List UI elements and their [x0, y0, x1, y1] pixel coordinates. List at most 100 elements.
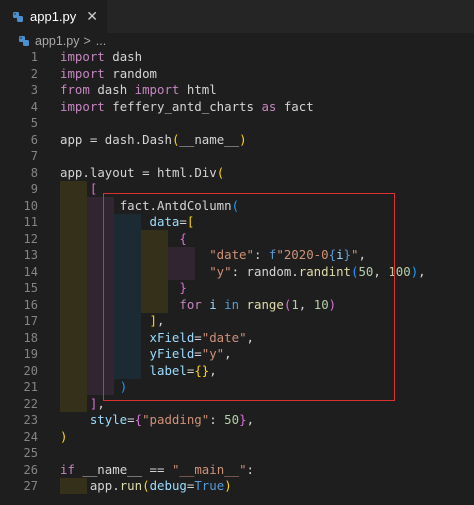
line-number: 4 — [30, 99, 38, 114]
keyword-token: from — [60, 82, 90, 97]
code-line: 27 app.run(debug=True) — [0, 478, 474, 495]
code-line: 23 style={"padding": 50}, — [0, 412, 474, 429]
bracket-token: ( — [216, 164, 225, 180]
keyword-token: import — [60, 49, 105, 64]
python-file-icon — [12, 11, 24, 23]
code-line: 26 if __name__ == "__main__": — [0, 462, 474, 479]
string-token: "padding" — [142, 412, 210, 427]
highlight-box — [103, 193, 395, 401]
line-number: 5 — [30, 116, 38, 130]
keyword-token: import — [60, 65, 105, 81]
keyword-token: as — [261, 98, 277, 114]
line-number: 6 — [30, 132, 38, 147]
code-line: 7 — [0, 148, 474, 165]
code-line: 1 import dash — [0, 49, 474, 66]
bracket-token: ) — [60, 428, 68, 444]
code-line: 25 — [0, 445, 474, 462]
module-token: feffery_antd_charts — [112, 98, 254, 114]
dunder-token: __name__ — [179, 131, 240, 147]
dot-token: . — [82, 164, 90, 180]
number-token: 50 — [224, 412, 240, 427]
line-number: 1 — [30, 50, 38, 64]
line-number: 21 — [23, 380, 38, 394]
operator-token: == — [149, 461, 165, 477]
constant-token: True — [194, 478, 225, 493]
module-token: dash — [112, 49, 143, 64]
bracket-token: ) — [239, 131, 247, 147]
line-number: 22 — [23, 396, 38, 411]
module-token: dash — [97, 82, 128, 97]
line-number: 7 — [30, 149, 38, 163]
module-token: html — [157, 164, 187, 180]
comma-token: , — [418, 263, 426, 279]
operator-token: = — [142, 164, 150, 180]
bracket-token: ( — [142, 478, 150, 493]
bracket-token: [ — [89, 181, 98, 196]
breadcrumb-more[interactable]: ... — [96, 34, 106, 48]
string-token: "__main__" — [171, 461, 247, 477]
keyword-token: if — [60, 461, 75, 477]
line-number: 26 — [23, 462, 38, 477]
code-line: 5 — [0, 115, 474, 132]
line-number: 27 — [23, 479, 38, 493]
module-token: fact — [283, 98, 314, 114]
parameter-token: style — [89, 412, 128, 427]
operator-token: = — [89, 131, 98, 147]
module-token: random — [112, 65, 157, 81]
line-number: 3 — [30, 83, 38, 97]
line-number: 12 — [23, 231, 38, 246]
line-number: 19 — [23, 347, 38, 361]
line-number: 9 — [30, 182, 38, 196]
editor-tab-app1[interactable]: app1.py ✕ — [0, 0, 107, 33]
python-file-icon — [18, 35, 30, 47]
parameter-token: debug — [149, 478, 187, 493]
comma-token: , — [246, 412, 255, 427]
bracket-token: ) — [224, 478, 232, 493]
colon-token: : — [209, 412, 217, 427]
module-token: dash — [104, 131, 135, 147]
variable-token: app — [60, 164, 83, 180]
variable-token: app — [89, 478, 113, 493]
module-token: html — [186, 82, 217, 97]
tab-bar: app1.py ✕ — [0, 0, 474, 33]
class-token: Dash — [142, 131, 172, 147]
colon-token: : — [246, 461, 255, 477]
line-number: 24 — [23, 429, 38, 444]
breadcrumb: app1.py > ... — [0, 33, 474, 49]
code-line: 4 import feffery_antd_charts as fact — [0, 99, 474, 116]
keyword-token: import — [134, 82, 180, 97]
line-number: 15 — [23, 281, 38, 295]
code-line: 3 from dash import html — [0, 82, 474, 99]
line-number: 8 — [30, 165, 38, 180]
dot-token: . — [134, 131, 143, 147]
code-line: 2 import random — [0, 66, 474, 83]
code-line: 6 app = dash.Dash(__name__) — [0, 132, 474, 149]
function-token: run — [119, 478, 143, 493]
keyword-token: import — [60, 98, 105, 114]
line-number: 25 — [23, 446, 38, 460]
line-number: 20 — [23, 363, 38, 378]
line-number: 11 — [23, 215, 38, 229]
line-number: 13 — [23, 248, 38, 262]
line-number: 17 — [23, 314, 38, 328]
breadcrumb-file[interactable]: app1.py — [35, 34, 79, 48]
code-line: 8 app.layout = html.Div( — [0, 165, 474, 182]
dunder-token: __name__ — [82, 461, 143, 477]
close-icon[interactable]: ✕ — [86, 8, 98, 25]
line-number: 18 — [23, 330, 38, 345]
line-number: 2 — [30, 66, 38, 81]
line-number: 10 — [23, 198, 38, 213]
class-token: Div — [194, 164, 217, 180]
operator-token: = — [127, 412, 135, 427]
chevron-right-icon: > — [83, 34, 91, 48]
bracket-token: } — [239, 412, 247, 427]
tab-label: app1.py — [30, 9, 77, 24]
code-line: 24) — [0, 429, 474, 446]
bracket-token: { — [134, 412, 143, 427]
dot-token: . — [112, 478, 120, 493]
line-number: 23 — [23, 413, 38, 427]
line-number: 14 — [23, 264, 38, 279]
attribute-token: layout — [89, 164, 135, 180]
line-number: 16 — [23, 297, 38, 312]
variable-token: app — [60, 131, 83, 147]
